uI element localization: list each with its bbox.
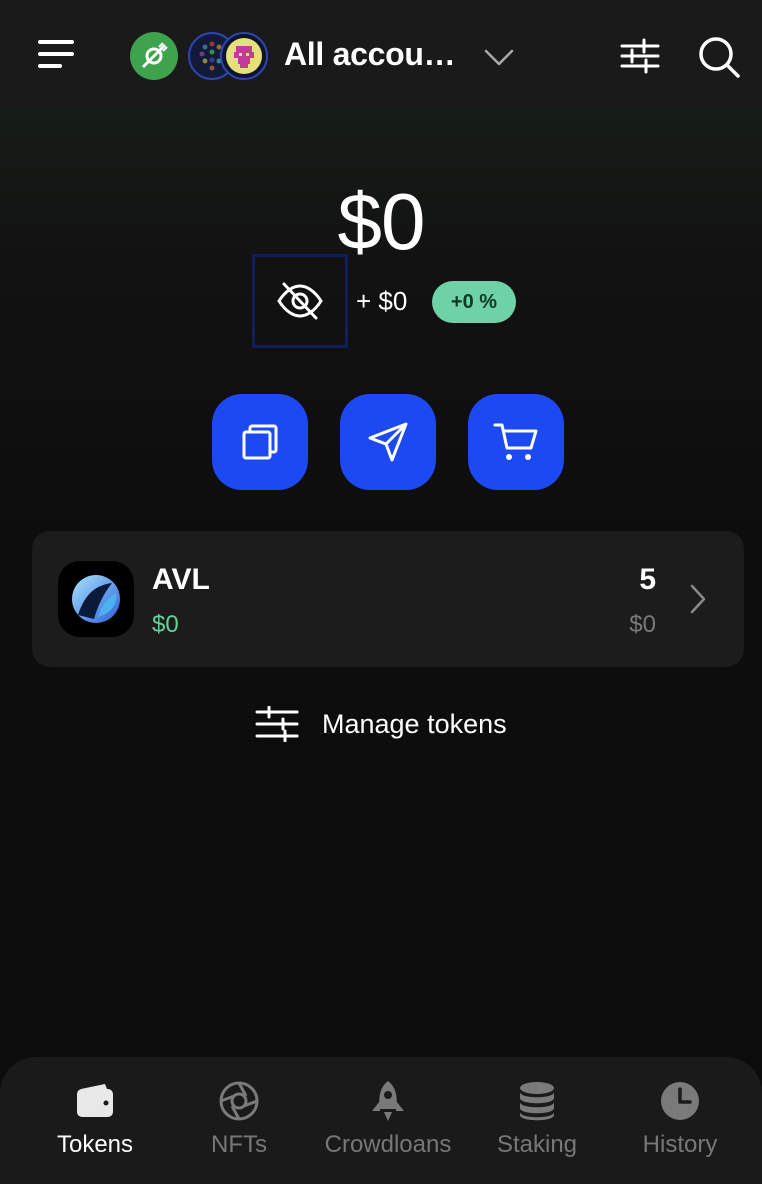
clock-icon (658, 1079, 702, 1123)
tab-staking-label: Staking (496, 1131, 578, 1158)
wallet-icon (73, 1079, 117, 1123)
search-icon[interactable] (696, 34, 742, 80)
percent-change-badge: +0 % (432, 281, 516, 323)
tab-tokens[interactable]: Tokens (54, 1079, 136, 1179)
balance-change: + $0 (356, 286, 408, 316)
tab-nfts-label: NFTs (211, 1131, 267, 1158)
cart-icon (493, 423, 538, 460)
tab-history-label: History (642, 1131, 718, 1158)
top-bar: All accou… (0, 0, 762, 110)
token-value: $0 (152, 611, 179, 638)
rocket-icon (366, 1079, 410, 1123)
manage-tokens-label: Manage tokens (322, 708, 507, 739)
tab-crowdloans-label: Crowdloans (324, 1131, 452, 1158)
tab-crowdloans[interactable]: Crowdloans (318, 1079, 458, 1179)
token-fiat-value: $0 (629, 611, 656, 638)
send-icon (368, 422, 408, 462)
chevron-down-icon (484, 49, 514, 66)
tab-staking[interactable]: Staking (492, 1079, 582, 1179)
account-selector[interactable]: All accou… (128, 30, 528, 82)
wallet-screen: All accou… $0 + $0 +0 % AVL $0 5 $0 Mana… (0, 0, 762, 1184)
tab-history[interactable]: History (638, 1079, 722, 1179)
eye-off-icon[interactable] (252, 254, 348, 348)
total-balance: $0 (337, 177, 426, 266)
coins-stack-icon (515, 1079, 559, 1123)
tab-tokens-label: Tokens (56, 1131, 134, 1158)
account-avatar (220, 32, 268, 80)
buy-button[interactable] (468, 394, 564, 490)
token-amount: 5 (639, 563, 656, 596)
bottom-navigation: Tokens NFTs Crowdloans Staking History (0, 1057, 762, 1184)
hamburger-menu-icon[interactable] (34, 36, 78, 76)
token-row-avl[interactable]: AVL $0 5 $0 (32, 531, 744, 667)
chevron-right-icon (690, 584, 706, 614)
avl-token-icon (58, 561, 134, 637)
send-button[interactable] (340, 394, 436, 490)
copy-icon (242, 424, 278, 460)
sliders-icon[interactable] (618, 38, 662, 74)
aperture-icon (217, 1079, 261, 1123)
sliders-icon (255, 706, 299, 742)
account-name: All accou… (284, 36, 456, 72)
receive-button[interactable] (212, 394, 308, 490)
network-icon (130, 32, 178, 80)
tab-nfts[interactable]: NFTs (206, 1079, 272, 1179)
token-symbol: AVL (152, 563, 210, 596)
manage-tokens-button[interactable]: Manage tokens (254, 702, 507, 746)
